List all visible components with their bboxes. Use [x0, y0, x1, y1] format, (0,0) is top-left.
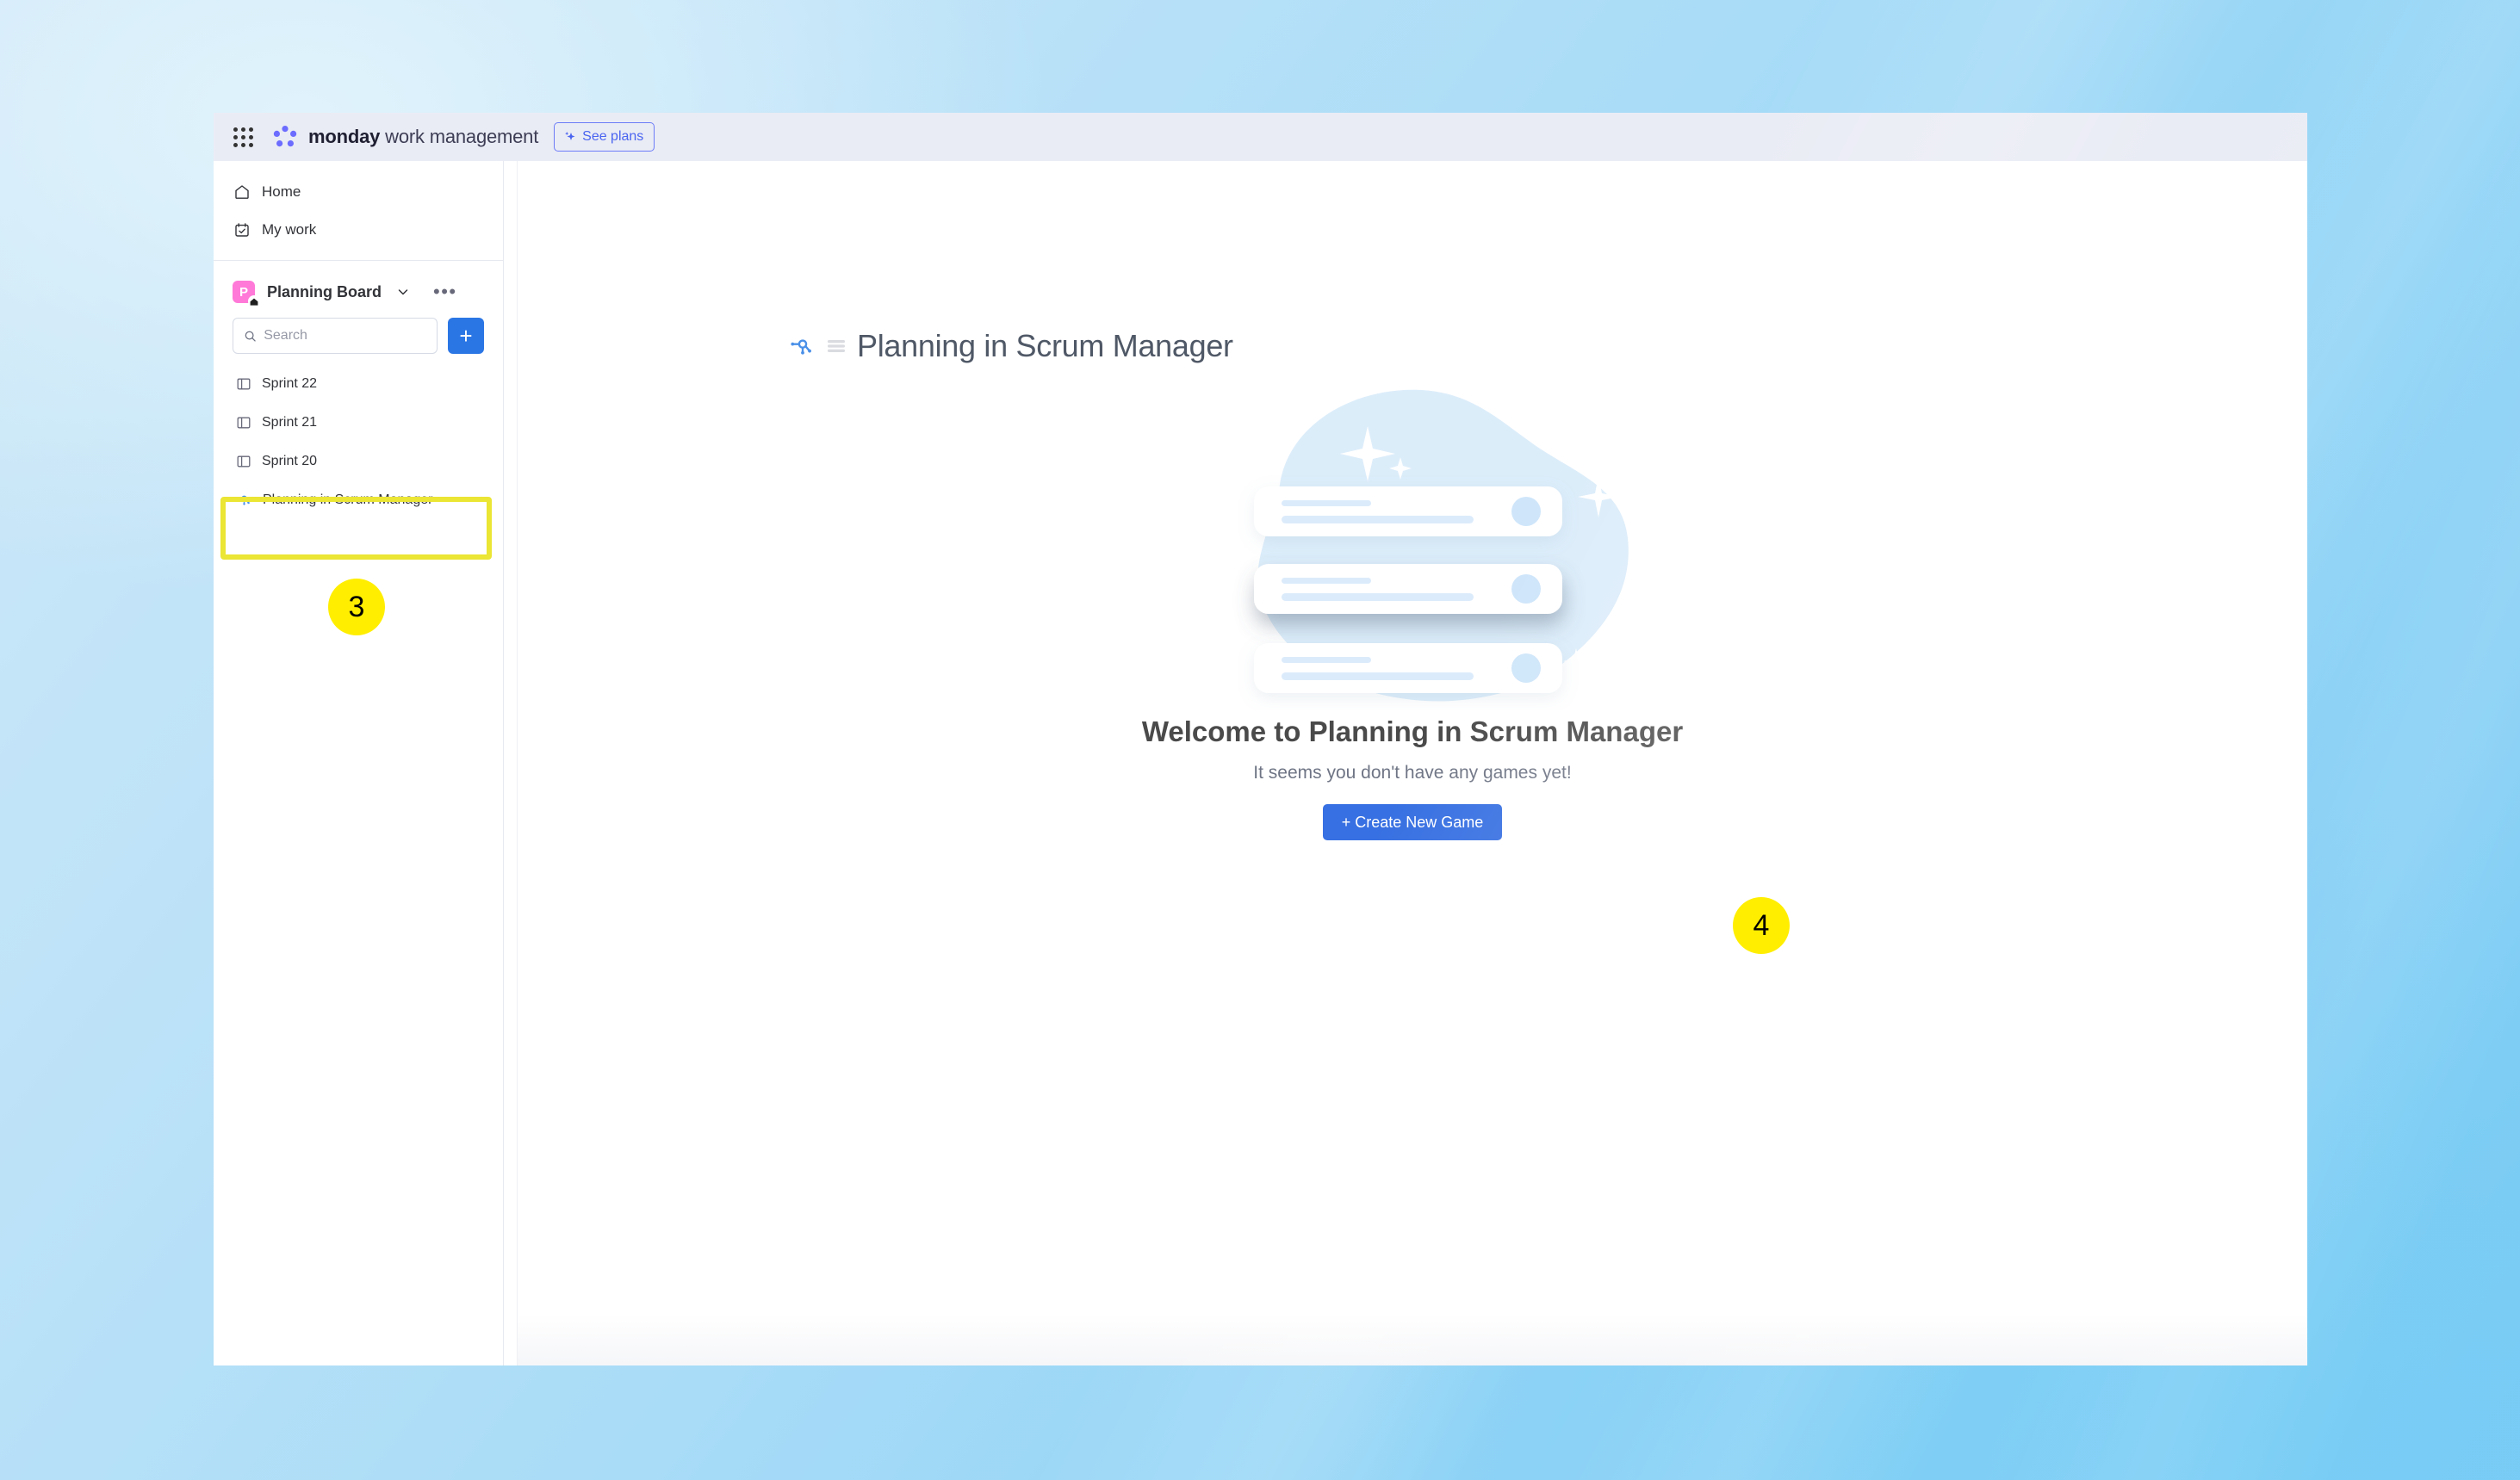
search-box[interactable]: [233, 318, 438, 354]
brand-text: monday work management: [308, 126, 538, 148]
workspace-avatar-letter: P: [239, 284, 248, 300]
sidebar-divider: [214, 260, 503, 261]
workspace-avatar: P: [233, 281, 260, 307]
sidebar-item-home[interactable]: Home: [214, 173, 503, 211]
add-board-button[interactable]: +: [448, 318, 484, 354]
empty-state: Welcome to Planning in Scrum Manager It …: [518, 375, 2307, 840]
sidebar: Home My work P Planning Board ••• Search…: [214, 161, 504, 1365]
brand-name: monday: [308, 126, 381, 147]
workspace-name: Planning Board: [267, 282, 382, 300]
more-options-icon[interactable]: •••: [433, 282, 457, 301]
search-icon: [245, 331, 256, 342]
sidebar-item-home-label: Home: [262, 183, 301, 200]
page-title-row: Planning in Scrum Manager: [518, 161, 2307, 364]
board-icon: [237, 378, 251, 389]
step-marker-3: 3: [328, 579, 385, 635]
sidebar-item-label: Sprint 20: [262, 453, 318, 468]
see-plans-label: See plans: [582, 129, 644, 144]
sidebar-item-label: Planning in Scrum Manager: [263, 492, 433, 507]
board-list: Sprint 22 Sprint 21 Sprint 20 Planning i…: [214, 364, 503, 519]
sidebar-item-label: Sprint 21: [262, 414, 318, 430]
empty-state-title: Welcome to Planning in Scrum Manager: [1141, 715, 1684, 747]
scrum-manager-app-icon: [791, 339, 811, 355]
see-plans-button[interactable]: See plans: [554, 122, 655, 152]
sidebar-item-sprint-22[interactable]: Sprint 22: [214, 364, 503, 403]
home-badge-icon: [248, 295, 260, 307]
waffle-grid-icon[interactable]: [233, 127, 253, 147]
sidebar-item-sprint-20[interactable]: Sprint 20: [214, 442, 503, 480]
plus-icon: +: [459, 323, 473, 349]
main-content: Planning in Scrum Manager Welcome to Pla…: [517, 161, 2307, 1365]
sidebar-item-planning-in-scrum-manager[interactable]: Planning in Scrum Manager: [214, 480, 503, 519]
monday-logo-icon: [273, 126, 297, 147]
sidebar-item-label: Sprint 22: [262, 375, 318, 391]
chevron-down-icon[interactable]: [395, 284, 411, 300]
step-marker-4: 4: [1733, 897, 1790, 954]
scrum-manager-app-icon: [236, 495, 250, 505]
brand-product: work management: [385, 126, 539, 147]
app-window: monday work management See plans Home My…: [214, 113, 2307, 1365]
sidebar-item-sprint-21[interactable]: Sprint 21: [214, 403, 503, 442]
create-new-game-button[interactable]: + Create New Game: [1322, 804, 1503, 840]
top-bar: monday work management See plans: [214, 113, 2307, 161]
search-input[interactable]: [264, 328, 437, 344]
home-icon: [235, 185, 249, 199]
empty-state-subtitle: It seems you don't have any games yet!: [1253, 763, 1572, 783]
desktop-background: monday work management See plans Home My…: [0, 0, 2520, 1480]
workspace-selector[interactable]: P Planning Board •••: [214, 271, 503, 313]
bottom-fade: [518, 1314, 2307, 1365]
sparkle-icon: [565, 132, 575, 140]
sidebar-item-my-work[interactable]: My work: [214, 211, 503, 249]
empty-cards-illustration: [1192, 389, 1629, 702]
sidebar-search-row: +: [214, 318, 503, 354]
hamburger-menu-icon[interactable]: [826, 336, 847, 356]
sidebar-item-my-work-label: My work: [262, 221, 317, 238]
my-work-calendar-icon: [235, 223, 249, 237]
board-icon: [237, 455, 251, 467]
board-icon: [237, 417, 251, 428]
page-title: Planning in Scrum Manager: [857, 328, 1233, 363]
